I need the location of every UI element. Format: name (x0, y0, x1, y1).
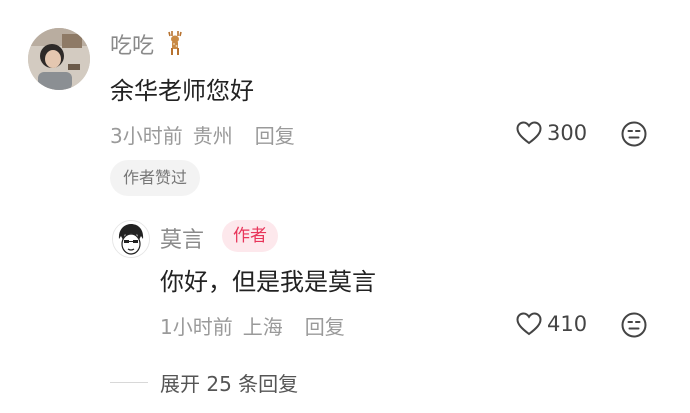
commenter-name-row: 吃吃 (110, 28, 187, 62)
comment-text: 余华老师您好 (110, 77, 254, 105)
reply-location: 上海 (242, 315, 283, 339)
expand-divider (110, 382, 148, 383)
unhappy-face-icon (621, 312, 647, 338)
reply-reply-button[interactable]: 回复 (305, 315, 345, 339)
comment-time: 3小时前 (110, 124, 183, 148)
heart-icon (516, 121, 542, 145)
comment-reply-button[interactable]: 回复 (255, 124, 295, 148)
commenter-avatar[interactable] (28, 28, 90, 90)
commenter-name[interactable]: 吃吃 (110, 34, 154, 59)
comment-meta: 3小时前 贵州 回复 (110, 120, 295, 149)
author-badge: 作者 (222, 220, 278, 252)
reply-like-count: 410 (547, 312, 588, 336)
reply-meta: 1小时前 上海 回复 (160, 311, 345, 340)
reply-author-avatar[interactable] (112, 220, 150, 258)
comment-like-button[interactable]: 300 (515, 120, 587, 146)
unhappy-face-icon (621, 121, 647, 147)
comment-like-count: 300 (547, 121, 588, 145)
expand-replies-button[interactable]: 展开 25 条回复 (160, 368, 298, 397)
author-liked-tag: 作者赞过 (110, 160, 201, 196)
comment-dislike-button[interactable] (620, 120, 648, 152)
reply-text: 你好，但是我是莫言 (160, 268, 376, 296)
reply-author-name[interactable]: 莫言 (160, 222, 204, 254)
heart-icon (516, 312, 542, 336)
reply-like-button[interactable]: 410 (515, 311, 587, 337)
deer-emoji-icon (163, 30, 187, 62)
reply-dislike-button[interactable] (620, 311, 648, 343)
comment-location: 贵州 (192, 124, 233, 148)
reply-time: 1小时前 (160, 315, 233, 339)
